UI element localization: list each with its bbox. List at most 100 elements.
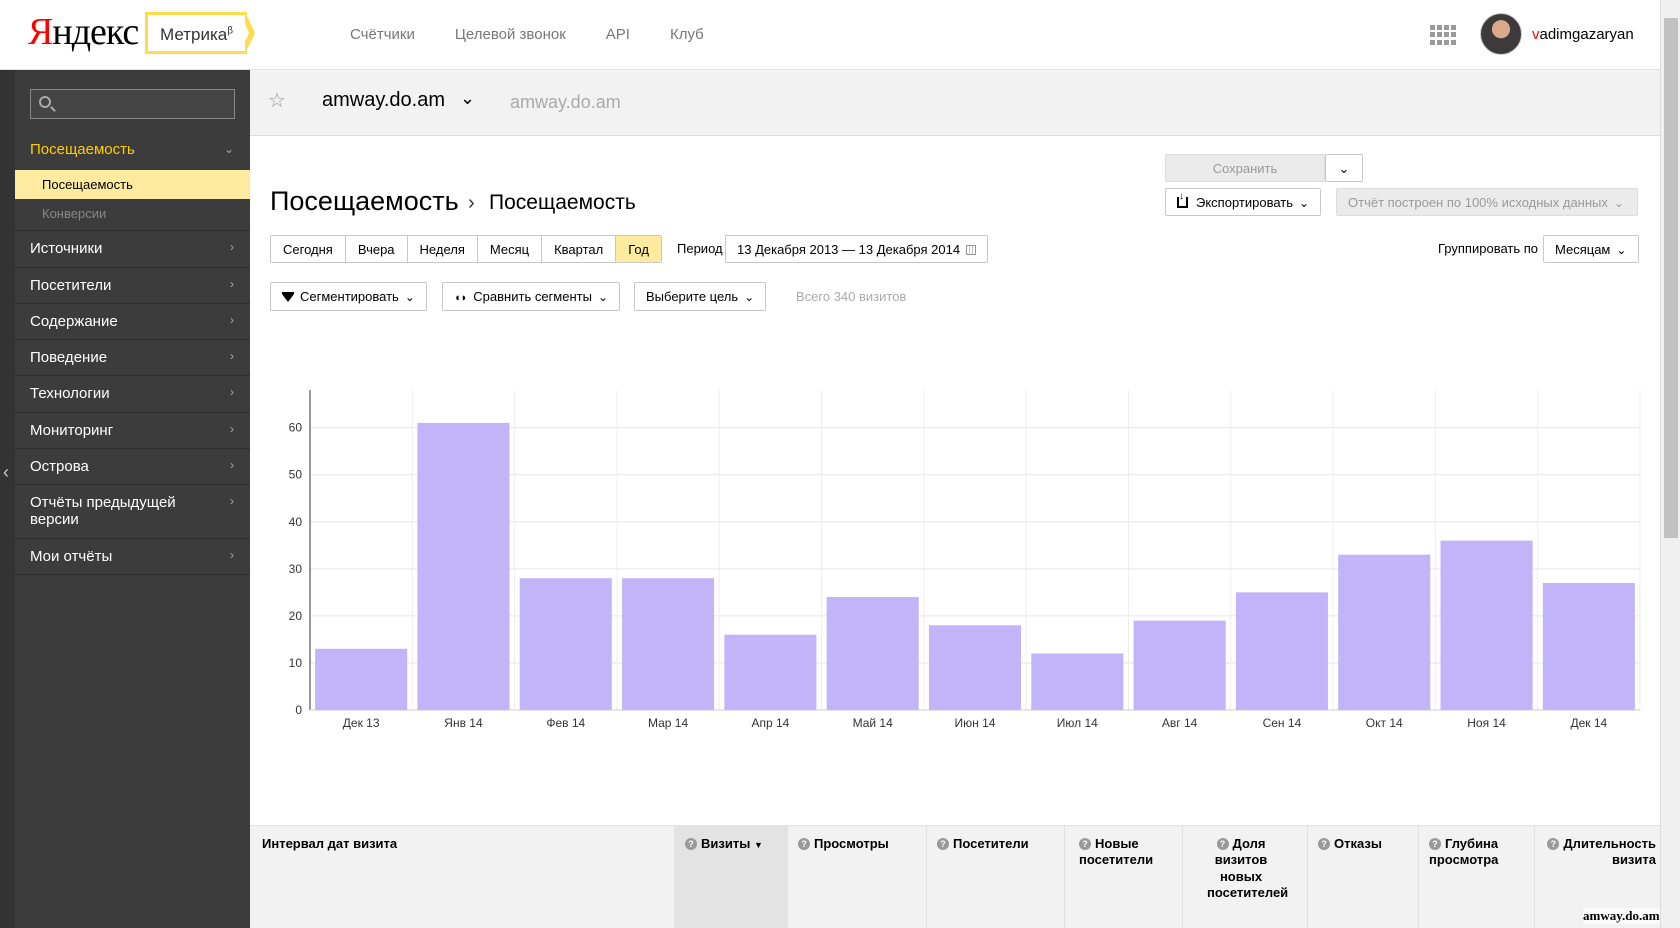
site-selector[interactable]: amway.do.am [322,89,445,112]
help-icon[interactable]: ? [1216,838,1229,850]
bar-Фев 14 [519,578,612,710]
sidebar-item-islands[interactable]: Острова › [15,449,250,485]
sidebar-item-technologies[interactable]: Технологии › [15,376,250,413]
bar-Дек 13 [315,648,408,710]
period-week[interactable]: Неделя [407,236,478,262]
period-month[interactable]: Месяц [477,236,543,262]
bar-Июн 14 [928,625,1022,710]
compare-segments-button[interactable]: ◖◗ Сравнить сегменты ⌄ [442,282,621,311]
nav-club[interactable]: Клуб [670,26,704,43]
scrollbar-thumb[interactable] [1664,18,1678,538]
column-new-visitors[interactable]: ? Новые посетители [1064,825,1182,928]
x-tick-label: Окт 14 [1366,716,1403,730]
avatar[interactable] [1480,13,1522,55]
yandex-logo[interactable]: Яндекс [28,10,139,54]
column-pageviews[interactable]: ? Просмотры [787,825,926,928]
period-year[interactable]: Год [616,236,661,262]
chevron-down-icon: ⌄ [223,142,234,156]
apps-grid-icon[interactable] [1430,25,1456,45]
chevron-right-icon: › [230,349,234,363]
bar-Ноя 14 [1440,540,1533,710]
bar-Окт 14 [1338,554,1431,710]
sidebar-subitems: Посещаемость Конверсии [15,170,250,232]
sidebar-nav: Посещаемость ⌄ Посещаемость Конверсии Ис… [15,133,250,575]
sidebar-subitem-traffic[interactable]: Посещаемость [15,170,250,200]
help-icon[interactable]: ? [937,838,949,850]
sidebar-collapse-strip[interactable] [0,70,15,928]
help-icon[interactable]: ? [798,838,810,850]
y-tick-label: 40 [289,515,303,529]
sidebar-item-monitoring[interactable]: Мониторинг › [15,413,250,449]
x-tick-label: Дек 13 [343,716,380,730]
sidebar-item-visitors[interactable]: Посетители › [15,268,250,304]
save-button[interactable]: Сохранить [1165,154,1325,182]
x-tick-label: Май 14 [853,716,894,730]
bar-Дек 14 [1542,582,1635,710]
help-icon[interactable]: ? [685,838,697,850]
x-tick-label: Янв 14 [444,716,483,730]
x-tick-label: Авг 14 [1162,716,1198,730]
column-new-visitors-share[interactable]: ? Доля визитов новых посетителей [1182,825,1307,928]
period-label: Период [677,241,723,256]
period-quarter[interactable]: Квартал [542,236,617,262]
y-tick-label: 0 [295,703,302,717]
help-icon[interactable]: ? [1429,838,1441,850]
group-by-select[interactable]: Месяцам ⌄ [1543,235,1639,263]
username[interactable]: vadimgazaryan [1532,26,1634,43]
column-visits[interactable]: ? Визиты ▼ [674,825,787,928]
column-page-depth[interactable]: ? Глубина просмотра [1418,825,1534,928]
x-tick-label: Ноя 14 [1467,716,1506,730]
star-icon[interactable]: ☆ [268,88,286,113]
y-tick-label: 30 [289,562,303,576]
sidebar-item-sources[interactable]: Источники › [15,231,250,268]
period-yesterday[interactable]: Вчера [345,236,408,262]
period-selector: Сегодня Вчера Неделя Месяц Квартал Год [270,235,662,263]
y-tick-label: 20 [289,609,303,623]
nav-api[interactable]: API [606,26,630,43]
drops-icon: ◖◗ [454,292,468,304]
product-badge-arrow [241,12,255,54]
period-today[interactable]: Сегодня [271,236,346,262]
chevron-left-icon[interactable]: ‹ [3,462,9,483]
chevron-right-icon: › [230,421,234,436]
date-range-picker[interactable]: 13 Декабря 2013 — 13 Декабря 2014 [725,235,989,263]
bar-Май 14 [826,597,919,710]
sidebar-item-content[interactable]: Содержание › [15,304,250,340]
column-interval[interactable]: Интервал дат визита [262,836,397,851]
sidebar-item-behavior[interactable]: Поведение › [15,340,250,377]
metrika-product-badge[interactable]: Метрикаβ [145,12,247,54]
column-visitors[interactable]: ? Посетители [926,825,1064,928]
chevron-down-icon: ⌄ [597,290,609,304]
page-scrollbar[interactable] [1660,0,1680,928]
chevron-down-icon: ⌄ [1613,196,1624,210]
save-menu-button[interactable]: ⌄ [1325,154,1363,182]
chevron-down-icon: ⌄ [1616,243,1627,257]
export-button[interactable]: Экспортировать⌄ [1165,188,1322,216]
watermark: amway.do.am [1583,908,1660,924]
top-header: Яндекс Метрикаβ Счётчики Целевой звонок … [0,0,1660,70]
x-tick-label: Дек 14 [1570,716,1607,730]
sidebar-item-traffic[interactable]: Посещаемость ⌄ [15,133,250,170]
column-bounce-rate[interactable]: ? Отказы [1307,825,1418,928]
bar-Апр 14 [724,634,817,710]
chevron-down-icon[interactable]: ⌄ [460,88,475,109]
y-tick-label: 10 [289,656,303,670]
total-visits: Всего 340 визитов [796,289,907,304]
sidebar-item-legacy-reports[interactable]: Отчёты предыдущей версии › [15,485,250,539]
nav-target-call[interactable]: Целевой звонок [455,26,566,43]
sidebar-item-my-reports[interactable]: Мои отчёты › [15,539,250,575]
select-goal-button[interactable]: Выберите цель ⌄ [634,282,767,311]
nav-counters[interactable]: Счётчики [350,26,415,43]
help-icon[interactable]: ? [1079,838,1091,850]
x-tick-label: Мар 14 [648,716,688,730]
sidebar-search-input[interactable] [30,89,235,119]
site-url[interactable]: amway.do.am [510,92,621,113]
sidebar-subitem-conversions[interactable]: Конверсии [15,199,250,228]
chevron-right-icon: › [230,385,234,400]
help-icon[interactable]: ? [1547,838,1560,850]
chevron-down-icon: ⌄ [404,290,415,304]
help-icon[interactable]: ? [1318,838,1330,850]
bar-Янв 14 [417,422,510,710]
segment-button[interactable]: Сегментировать ⌄ [270,282,427,311]
report-basis-button[interactable]: Отчёт построен по 100% исходных данных ⌄ [1336,188,1638,216]
